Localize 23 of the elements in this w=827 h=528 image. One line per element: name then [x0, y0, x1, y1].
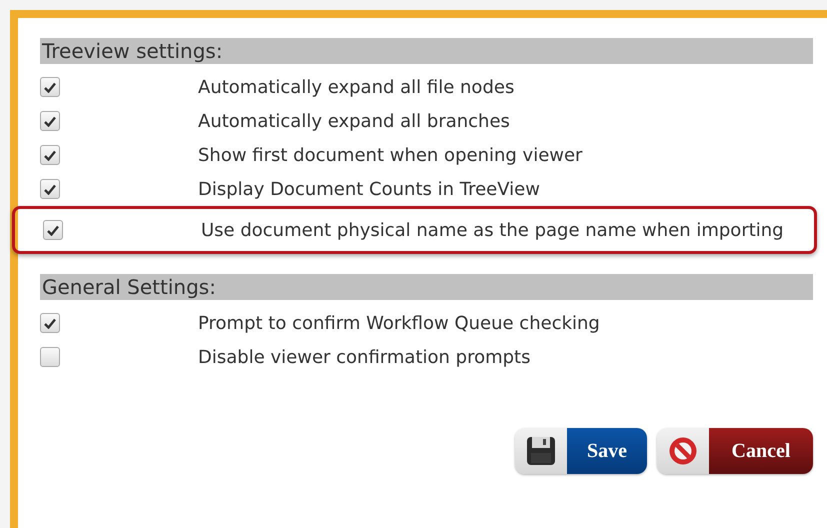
checkmark-icon	[44, 116, 56, 126]
checkmark-icon	[44, 150, 56, 160]
section-header: Treeview settings:	[40, 38, 813, 64]
checkbox[interactable]	[40, 347, 60, 367]
prohibited-icon	[668, 436, 698, 466]
option-label: Prompt to confirm Workflow Queue checking	[198, 312, 600, 336]
option-label: Show first document when opening viewer	[198, 144, 582, 168]
option-label: Automatically expand all branches	[198, 110, 510, 134]
section-header: General Settings:	[40, 274, 813, 300]
checkmark-icon	[44, 184, 56, 194]
option-label: Automatically expand all file nodes	[198, 76, 514, 100]
option-label: Use document physical name as the page name when importing	[201, 218, 784, 242]
checkmark-icon	[44, 318, 56, 328]
option-label: Disable viewer confirmation prompts	[198, 346, 530, 370]
checkbox[interactable]	[40, 111, 60, 131]
checkmark-icon	[44, 82, 56, 92]
checkbox[interactable]	[40, 145, 60, 165]
checkbox[interactable]	[40, 77, 60, 97]
checkbox[interactable]	[43, 220, 63, 240]
checkbox[interactable]	[40, 179, 60, 199]
checkbox[interactable]	[40, 313, 60, 333]
option-label: Display Document Counts in TreeView	[198, 178, 540, 202]
checkmark-icon	[47, 224, 59, 236]
